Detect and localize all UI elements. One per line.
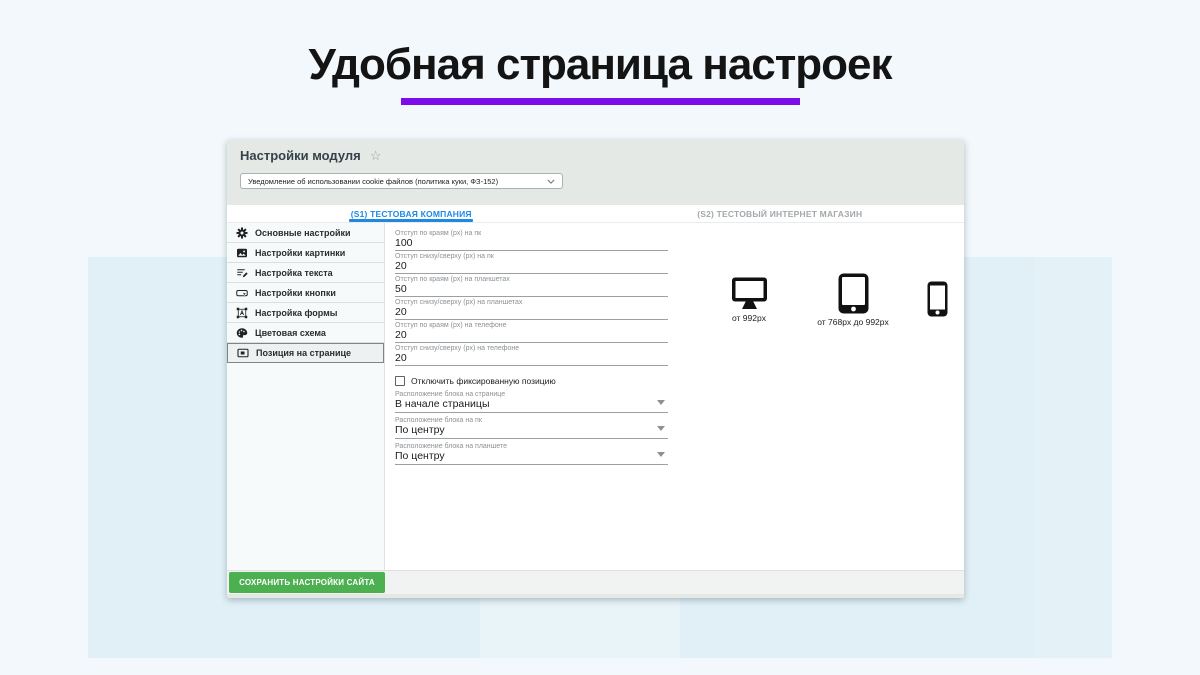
field-margin-vertical-tablet: Отступ снизу/сверху (px) на планшетах 20 [395,297,668,320]
field-margin-vertical-pc: Отступ снизу/сверху (px) на пк 20 [395,251,668,274]
page: Удобная страница настроек Настройки моду… [0,0,1200,675]
field-margin-sides-phone: Отступ по краям (px) на телефоне 20 [395,320,668,343]
panel-body: Основные настройки Настройки картинки На… [227,223,964,570]
sidebar-item-label: Настройка формы [255,308,337,318]
field-input[interactable]: 20 [395,307,668,318]
sidebar-item-label: Основные настройки [255,228,351,238]
phone-icon [927,281,948,317]
position-settings-form: Отступ по краям (px) на пк 100 Отступ сн… [395,228,668,465]
page-title: Удобная страница настроек [0,40,1200,90]
disable-fixed-position-checkbox[interactable] [395,376,405,386]
form-settings-icon [235,306,248,319]
breakpoint-label: от 992px [732,313,766,323]
title-underline-decoration [401,98,800,105]
sidebar-item-general[interactable]: Основные настройки [227,223,384,243]
field-label: Отступ снизу/сверху (px) на телефоне [395,345,668,353]
tab-label: (S1) ТЕСТОВАЯ КОМПАНИЯ [351,209,472,219]
settings-form-area: Отступ по краям (px) на пк 100 Отступ сн… [385,223,964,570]
tablet-icon [838,273,869,314]
select-block-position-page[interactable]: Расположение блока на странице В начале … [395,388,668,413]
button-settings-icon [235,286,248,299]
dropdown-arrow-icon [657,400,665,405]
field-input[interactable]: 20 [395,353,668,364]
device-tablet: от 768px до 992px [795,273,911,327]
desktop-icon [731,277,768,310]
site-tabs: (S1) ТЕСТОВАЯ КОМПАНИЯ (S2) ТЕСТОВЫЙ ИНТ… [227,205,964,223]
select-block-position-tablet[interactable]: Расположение блока на планшете По центру [395,440,668,465]
field-label: Отступ по краям (px) на телефоне [395,322,668,330]
panel-title: Настройки модуля [240,148,361,163]
tab-s1-test-company[interactable]: (S1) ТЕСТОВАЯ КОМПАНИЯ [227,205,596,222]
breakpoint-label: от 768px до 992px [817,317,889,327]
panel-footer: СОХРАНИТЬ НАСТРОЙКИ САЙТА [227,570,964,594]
dropdown-arrow-icon [657,452,665,457]
field-input[interactable]: 20 [395,330,668,341]
device-desktop: от 992px [703,273,795,323]
field-label: Отступ по краям (px) на планшетах [395,276,668,284]
sidebar-item-position[interactable]: Позиция на странице [227,343,384,363]
checkbox-label: Отключить фиксированную позицию [411,376,556,386]
field-margin-sides-pc: Отступ по краям (px) на пк 100 [395,228,668,251]
field-label: Отступ снизу/сверху (px) на планшетах [395,299,668,307]
field-input[interactable]: 20 [395,261,668,272]
disable-fixed-position-row: Отключить фиксированную позицию [395,374,668,387]
sidebar-item-form[interactable]: Настройка формы [227,303,384,323]
active-tab-indicator [349,219,473,222]
sidebar-item-color-scheme[interactable]: Цветовая схема [227,323,384,343]
device-breakpoints-illustration: от 992px от 768px до 992px [703,273,963,327]
sidebar-item-label: Настройки картинки [255,248,345,258]
save-settings-button[interactable]: СОХРАНИТЬ НАСТРОЙКИ САЙТА [229,572,385,593]
module-select-value: Уведомление об использовании cookie файл… [248,177,498,186]
star-outline-icon[interactable]: ☆ [370,150,382,162]
select-value: По центру [395,451,668,462]
field-margin-vertical-phone: Отступ снизу/сверху (px) на телефоне 20 [395,343,668,366]
sidebar-item-button[interactable]: Настройки кнопки [227,283,384,303]
sidebar-item-label: Настройка текста [255,268,333,278]
select-value: По центру [395,425,668,436]
module-select-dropdown[interactable]: Уведомление об использовании cookie файл… [240,173,563,189]
gear-icon [235,226,248,239]
sidebar-item-label: Цветовая схема [255,328,326,338]
field-label: Отступ снизу/сверху (px) на пк [395,253,668,261]
device-phone [911,273,963,320]
field-input[interactable]: 100 [395,238,668,249]
panel-header: Настройки модуля ☆ [240,148,381,163]
text-settings-icon [235,266,248,279]
field-input[interactable]: 50 [395,284,668,295]
dropdown-arrow-icon [657,426,665,431]
tab-s2-test-shop[interactable]: (S2) ТЕСТОВЫЙ ИНТЕРНЕТ МАГАЗИН [596,205,965,222]
settings-sidebar: Основные настройки Настройки картинки На… [227,223,385,570]
tab-label: (S2) ТЕСТОВЫЙ ИНТЕРНЕТ МАГАЗИН [697,209,862,219]
image-icon [235,246,248,259]
sidebar-item-label: Позиция на странице [256,348,351,358]
sidebar-item-image[interactable]: Настройки картинки [227,243,384,263]
field-margin-sides-tablet: Отступ по краям (px) на планшетах 50 [395,274,668,297]
select-block-position-pc[interactable]: Расположение блока на пк По центру [395,414,668,439]
module-settings-panel: Настройки модуля ☆ Уведомление об исполь… [227,140,964,598]
palette-icon [235,326,248,339]
sidebar-item-label: Настройки кнопки [255,288,336,298]
sidebar-item-text[interactable]: Настройка текста [227,263,384,283]
field-label: Отступ по краям (px) на пк [395,230,668,238]
select-value: В начале страницы [395,399,668,410]
position-icon [236,347,249,360]
chevron-down-icon [547,179,555,184]
